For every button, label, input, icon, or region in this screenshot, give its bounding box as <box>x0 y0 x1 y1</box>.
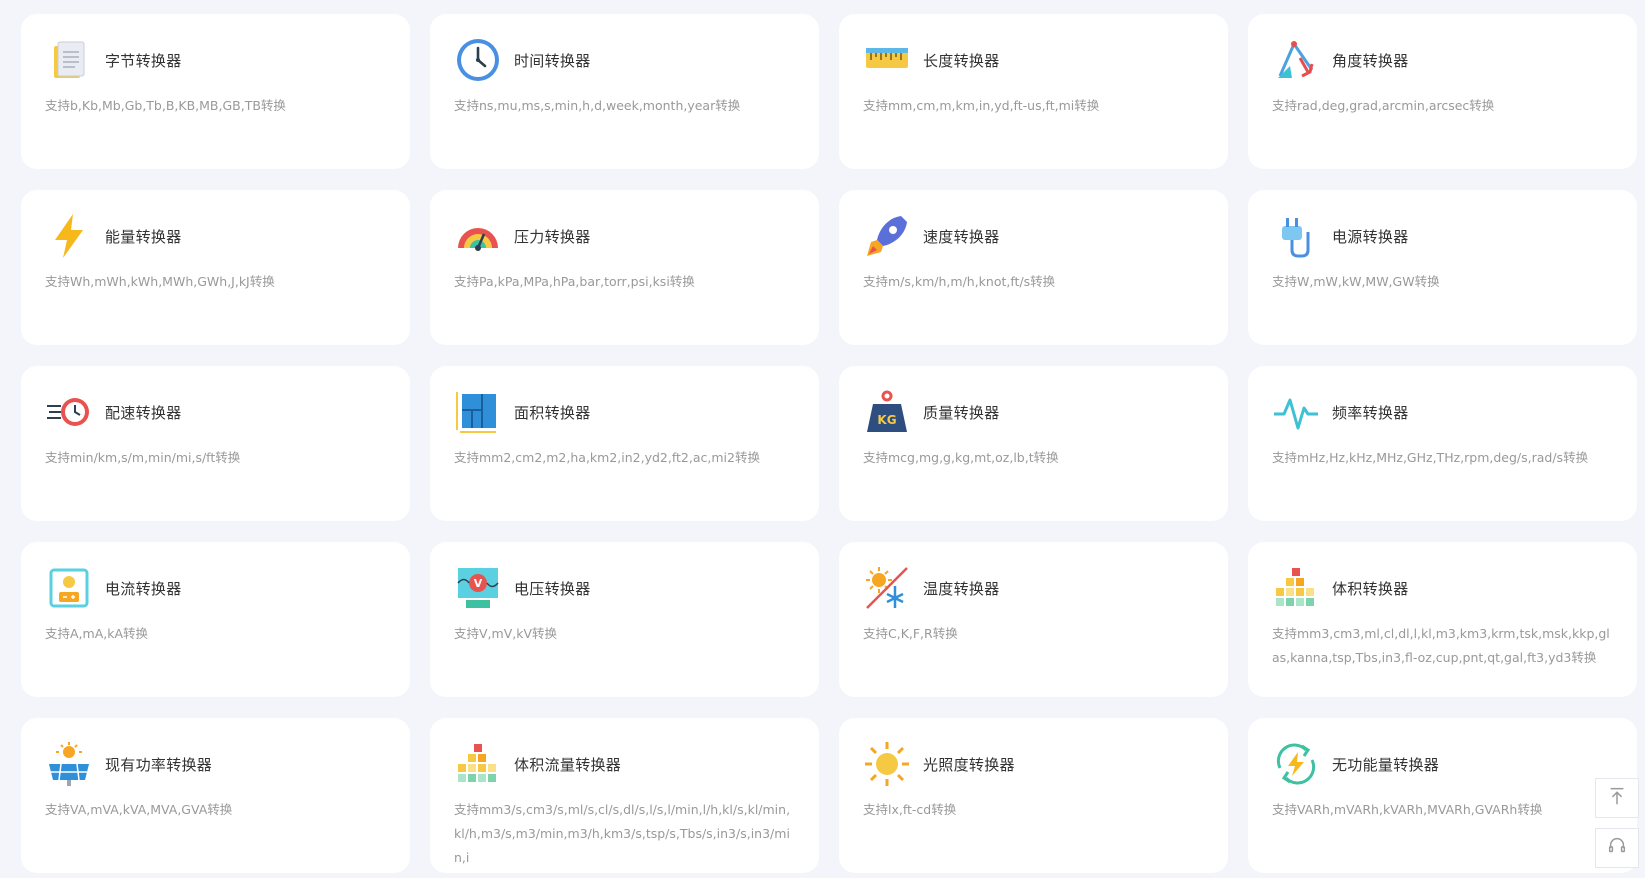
card-title: 配速转换器 <box>105 403 182 422</box>
converter-card[interactable]: 光照度转换器支持lx,ft-cd转换 <box>839 718 1228 873</box>
converter-card[interactable]: 体积转换器支持mm3,cm3,ml,cl,dl,l,kl,m3,km3,krm,… <box>1248 542 1637 697</box>
converter-card[interactable]: 温度转换器支持C,K,F,R转换 <box>839 542 1228 697</box>
recycle-energy-icon <box>1272 740 1320 788</box>
card-title: 电压转换器 <box>514 579 591 598</box>
card-title: 速度转换器 <box>923 227 1000 246</box>
floorplan-icon <box>454 388 502 436</box>
card-description: 支持Pa,kPa,MPa,hPa,bar,torr,psi,ksi转换 <box>454 274 695 289</box>
voltmeter-icon: V <box>454 564 502 612</box>
card-description: 支持mHz,Hz,kHz,MHz,GHz,THz,rpm,deg/s,rad/s… <box>1272 450 1589 465</box>
converter-grid: 字节转换器支持b,Kb,Mb,Gb,Tb,B,KB,MB,GB,TB转换 时间转… <box>21 14 1637 873</box>
card-description: 支持mcg,mg,g,kg,mt,oz,lb,t转换 <box>863 450 1059 465</box>
blocks-icon <box>454 740 502 788</box>
card-description: 支持A,mA,kA转换 <box>45 626 149 641</box>
gauge-icon <box>454 212 502 260</box>
converter-card[interactable]: 能量转换器支持Wh,mWh,kWh,MWh,GWh,J,kJ转换 <box>21 190 410 345</box>
converter-card[interactable]: 压力转换器支持Pa,kPa,MPa,hPa,bar,torr,psi,ksi转换 <box>430 190 819 345</box>
svg-text:V: V <box>474 577 483 590</box>
converter-card[interactable]: 频率转换器支持mHz,Hz,kHz,MHz,GHz,THz,rpm,deg/s,… <box>1248 366 1637 521</box>
card-description: 支持mm3,cm3,ml,cl,dl,l,kl,m3,km3,krm,tsk,m… <box>1272 626 1610 665</box>
converter-card[interactable]: 配速转换器支持min/km,s/m,min/mi,s/ft转换 <box>21 366 410 521</box>
converter-card[interactable]: V 电压转换器支持V,mV,kV转换 <box>430 542 819 697</box>
svg-text:KG: KG <box>877 413 896 427</box>
card-description: 支持min/km,s/m,min/mi,s/ft转换 <box>45 450 241 465</box>
converter-card[interactable]: 长度转换器支持mm,cm,m,km,in,yd,ft-us,ft,mi转换 <box>839 14 1228 169</box>
card-title: 电源转换器 <box>1332 227 1409 246</box>
converter-card[interactable]: KG 质量转换器支持mcg,mg,g,kg,mt,oz,lb,t转换 <box>839 366 1228 521</box>
converter-card[interactable]: 体积流量转换器支持mm3/s,cm3/s,ml/s,cl/s,dl/s,l/s,… <box>430 718 819 873</box>
converter-card[interactable]: 角度转换器支持rad,deg,grad,arcmin,arcsec转换 <box>1248 14 1637 169</box>
card-description: 支持lx,ft-cd转换 <box>863 802 957 817</box>
card-title: 电流转换器 <box>105 579 182 598</box>
converter-card[interactable]: 时间转换器支持ns,mu,ms,s,min,h,d,week,month,yea… <box>430 14 819 169</box>
card-title: 字节转换器 <box>105 51 182 70</box>
clock-icon <box>454 36 502 84</box>
card-description: 支持ns,mu,ms,s,min,h,d,week,month,year转换 <box>454 98 741 113</box>
card-description: 支持C,K,F,R转换 <box>863 626 958 641</box>
card-title: 能量转换器 <box>105 227 182 246</box>
plug-icon <box>1272 212 1320 260</box>
card-description: 支持mm,cm,m,km,in,yd,ft-us,ft,mi转换 <box>863 98 1100 113</box>
card-description: 支持Wh,mWh,kWh,MWh,GWh,J,kJ转换 <box>45 274 275 289</box>
card-title: 频率转换器 <box>1332 403 1409 422</box>
pulse-icon <box>1272 388 1320 436</box>
card-title: 光照度转换器 <box>923 755 1015 774</box>
converter-card[interactable]: 无功能量转换器支持VARh,mVARh,kVARh,MVARh,GVARh转换 <box>1248 718 1637 873</box>
converter-card[interactable]: 字节转换器支持b,Kb,Mb,Gb,Tb,B,KB,MB,GB,TB转换 <box>21 14 410 169</box>
converter-card[interactable]: 速度转换器支持m/s,km/h,m/h,knot,ft/s转换 <box>839 190 1228 345</box>
card-title: 长度转换器 <box>923 51 1000 70</box>
kg-weight-icon: KG <box>863 388 911 436</box>
card-description: 支持VA,mVA,kVA,MVA,GVA转换 <box>45 802 233 817</box>
battery-icon <box>45 564 93 612</box>
card-description: 支持b,Kb,Mb,Gb,Tb,B,KB,MB,GB,TB转换 <box>45 98 286 113</box>
card-title: 时间转换器 <box>514 51 591 70</box>
card-title: 现有功率转换器 <box>105 755 213 774</box>
card-description: 支持m/s,km/h,m/h,knot,ft/s转换 <box>863 274 1056 289</box>
ruler-icon <box>863 36 911 84</box>
card-title: 质量转换器 <box>923 403 1000 422</box>
card-title: 压力转换器 <box>514 227 591 246</box>
card-description: 支持W,mW,kW,MW,GW转换 <box>1272 274 1440 289</box>
lightning-icon <box>45 212 93 260</box>
converter-card[interactable]: 电源转换器支持W,mW,kW,MW,GW转换 <box>1248 190 1637 345</box>
card-title: 无功能量转换器 <box>1332 755 1440 774</box>
rocket-icon <box>863 212 911 260</box>
card-description: 支持V,mV,kV转换 <box>454 626 558 641</box>
converter-card[interactable]: 面积转换器支持mm2,cm2,m2,ha,km2,in2,yd2,ft2,ac,… <box>430 366 819 521</box>
card-title: 体积转换器 <box>1332 579 1409 598</box>
document-icon <box>45 36 93 84</box>
card-title: 角度转换器 <box>1332 51 1409 70</box>
card-description: 支持mm3/s,cm3/s,ml/s,cl/s,dl/s,l/s,l/min,l… <box>454 802 791 865</box>
blocks-icon <box>1272 564 1320 612</box>
headset-icon <box>1606 835 1628 861</box>
back-to-top-button[interactable] <box>1595 778 1639 818</box>
card-title: 面积转换器 <box>514 403 591 422</box>
card-title: 体积流量转换器 <box>514 755 622 774</box>
sun-icon <box>863 740 911 788</box>
card-description: 支持VARh,mVARh,kVARh,MVARh,GVARh转换 <box>1272 802 1543 817</box>
card-description: 支持rad,deg,grad,arcmin,arcsec转换 <box>1272 98 1495 113</box>
angle-icon <box>1272 36 1320 84</box>
converter-card[interactable]: 现有功率转换器支持VA,mVA,kVA,MVA,GVA转换 <box>21 718 410 873</box>
solar-panel-icon <box>45 740 93 788</box>
stopwatch-icon <box>45 388 93 436</box>
support-button[interactable] <box>1595 828 1639 868</box>
card-title: 温度转换器 <box>923 579 1000 598</box>
converter-card[interactable]: 电流转换器支持A,mA,kA转换 <box>21 542 410 697</box>
arrow-up-icon <box>1606 785 1628 811</box>
card-description: 支持mm2,cm2,m2,ha,km2,in2,yd2,ft2,ac,mi2转换 <box>454 450 760 465</box>
temperature-icon <box>863 564 911 612</box>
